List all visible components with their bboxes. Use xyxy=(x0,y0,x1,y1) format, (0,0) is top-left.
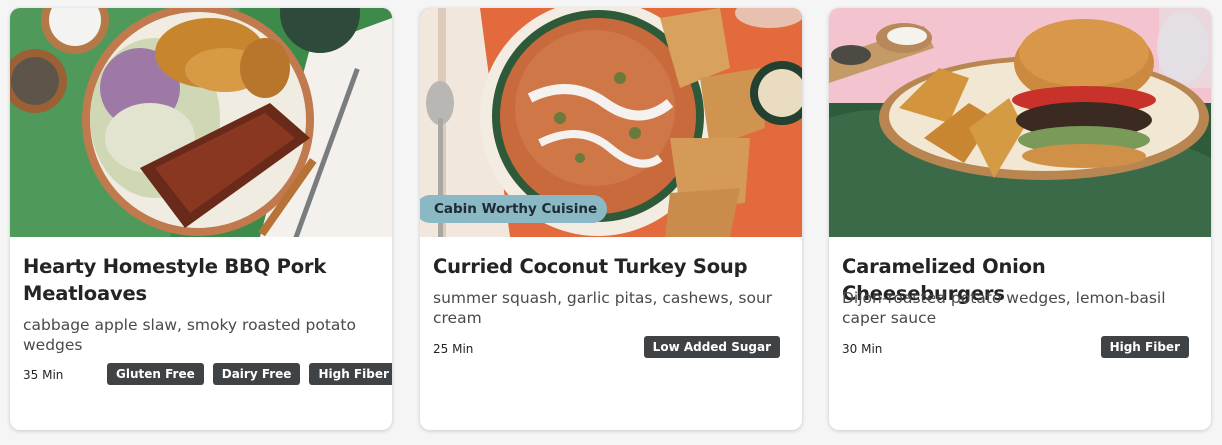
recipe-subtitle: summer squash, garlic pitas, cashews, so… xyxy=(433,289,773,327)
tag-high-fiber: High Fiber xyxy=(1100,336,1189,358)
tag-list: Gluten Free Dairy Free High Fiber xyxy=(107,363,392,385)
featured-badge: Cabin Worthy Cuisine xyxy=(420,195,608,223)
tag-dairy-free: Dairy Free xyxy=(212,363,301,385)
recipe-card[interactable]: Caramelized Onion Cheeseburgers Dijon-ro… xyxy=(829,8,1211,430)
cook-time: 35 Min xyxy=(23,368,64,382)
recipe-subtitle: cabbage apple slaw, smoky roasted potato… xyxy=(23,316,356,354)
tag-high-fiber: High Fiber xyxy=(309,363,392,385)
tag-gluten-free: Gluten Free xyxy=(107,363,204,385)
tag-list: High Fiber xyxy=(1100,336,1189,358)
cook-time: 25 Min xyxy=(433,342,474,356)
recipe-card[interactable]: Hearty Homestyle BBQ Pork Meatloaves cab… xyxy=(10,8,392,430)
tag-list: Low Added Sugar xyxy=(643,336,780,358)
recipe-title[interactable]: Curried Coconut Turkey Soup xyxy=(433,253,783,280)
recipe-subtitle: Dijon-roasted potato wedges, lemon-basil… xyxy=(842,289,1166,327)
tag-low-added-sugar: Low Added Sugar xyxy=(643,336,780,358)
recipe-card[interactable]: Cabin Worthy Cuisine Curried Coconut Tur… xyxy=(420,8,802,430)
recipe-title[interactable]: Hearty Homestyle BBQ Pork Meatloaves xyxy=(23,253,373,307)
cook-time: 30 Min xyxy=(842,342,883,356)
recipe-photo-meatloaf[interactable] xyxy=(10,8,392,237)
recipe-photo-cheeseburger[interactable] xyxy=(829,8,1211,237)
